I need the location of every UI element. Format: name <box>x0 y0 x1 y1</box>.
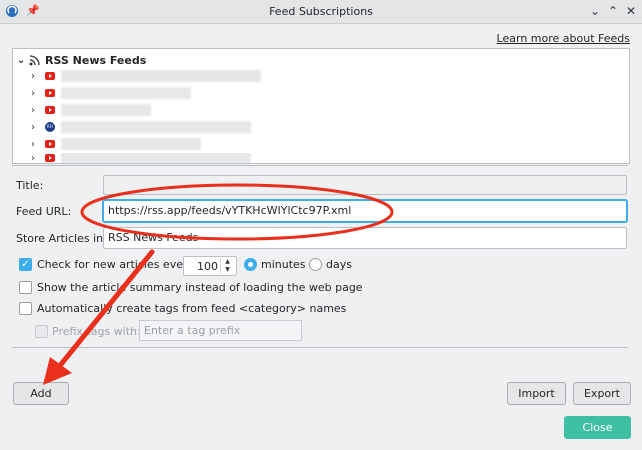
close-icon[interactable]: ✕ <box>623 3 639 19</box>
interval-spinbox[interactable]: 100 ▲ ▼ <box>183 256 237 276</box>
feed-item[interactable]: › <box>31 102 151 118</box>
redacted-feed-name <box>61 121 251 133</box>
chevron-right-icon[interactable]: › <box>31 139 43 150</box>
redacted-feed-name <box>61 138 201 150</box>
youtube-icon <box>45 89 55 97</box>
auto-tags-checkbox[interactable] <box>19 302 32 315</box>
show-summary-label: Show the article summary instead of load… <box>37 281 363 294</box>
show-summary-checkbox[interactable] <box>19 281 32 294</box>
prefix-tags-checkbox[interactable] <box>35 325 48 338</box>
chevron-right-icon[interactable]: › <box>31 88 43 99</box>
interval-value: 100 <box>197 260 218 273</box>
check-new-articles-label: Check for new articles every <box>37 258 194 271</box>
feed-url-label: Feed URL: <box>16 205 72 218</box>
youtube-icon <box>45 106 55 114</box>
chevron-right-icon[interactable]: › <box>31 71 43 82</box>
tree-root-label: RSS News Feeds <box>45 53 147 67</box>
prefix-tags-label: Prefix tags with: <box>52 325 141 338</box>
feed-item[interactable]: › <box>31 85 191 101</box>
close-button[interactable]: Close <box>564 416 631 439</box>
store-articles-field[interactable]: RSS News Feeds <box>103 227 627 249</box>
feed-item[interactable]: › RFI <box>31 119 251 135</box>
tree-root[interactable]: ⌄ RSS News Feeds <box>17 52 146 68</box>
chevron-right-icon[interactable]: › <box>31 105 43 116</box>
feed-tree[interactable]: ⌄ RSS News Feeds › › › › RFI › › <box>12 48 630 164</box>
feed-url-field[interactable]: https://rss.app/feeds/vYTKHcWIYlCtc97P.x… <box>103 200 627 222</box>
redacted-feed-name <box>61 70 261 82</box>
title-bar: 📌 Feed Subscriptions ⌄ ⌃ ✕ <box>0 0 642 24</box>
chevron-right-icon[interactable]: › <box>31 153 43 163</box>
store-articles-label: Store Articles in: <box>16 232 107 245</box>
youtube-icon <box>45 72 55 80</box>
annotation-arrow-head <box>43 357 72 385</box>
feed-item[interactable]: › <box>31 136 201 152</box>
window-title: Feed Subscriptions <box>269 5 373 18</box>
redacted-feed-name <box>61 87 191 99</box>
rss-icon <box>29 55 40 66</box>
days-radio[interactable] <box>309 258 322 271</box>
minutes-radio[interactable] <box>244 258 257 271</box>
redacted-feed-name <box>61 104 151 116</box>
add-button[interactable]: Add <box>13 382 69 405</box>
auto-tags-label: Automatically create tags from feed <cat… <box>37 302 347 315</box>
import-button[interactable]: Import <box>507 382 566 405</box>
divider <box>12 347 628 348</box>
feed-item[interactable]: › <box>31 153 251 163</box>
minutes-label: minutes <box>261 258 306 271</box>
redacted-feed-name <box>61 153 251 163</box>
chevron-down-icon[interactable]: ⌄ <box>17 55 29 66</box>
days-label: days <box>326 258 352 271</box>
learn-more-link[interactable]: Learn more about Feeds <box>497 32 630 45</box>
chevron-up-icon[interactable]: ⌃ <box>605 3 621 19</box>
chevron-right-icon[interactable]: › <box>31 122 43 133</box>
spin-arrows-icon[interactable]: ▲ ▼ <box>220 258 234 274</box>
youtube-icon <box>45 140 55 148</box>
tag-prefix-input[interactable]: Enter a tag prefix <box>139 320 302 341</box>
divider <box>12 165 628 166</box>
chevron-down-icon[interactable]: ⌄ <box>587 3 603 19</box>
youtube-icon <box>45 154 55 162</box>
title-label: Title: <box>16 179 44 192</box>
title-field[interactable] <box>103 175 627 195</box>
feed-item[interactable]: › <box>31 68 261 84</box>
export-button[interactable]: Export <box>573 382 631 405</box>
rfi-icon: RFI <box>45 122 55 132</box>
check-new-articles-checkbox[interactable]: ✓ <box>19 258 32 271</box>
